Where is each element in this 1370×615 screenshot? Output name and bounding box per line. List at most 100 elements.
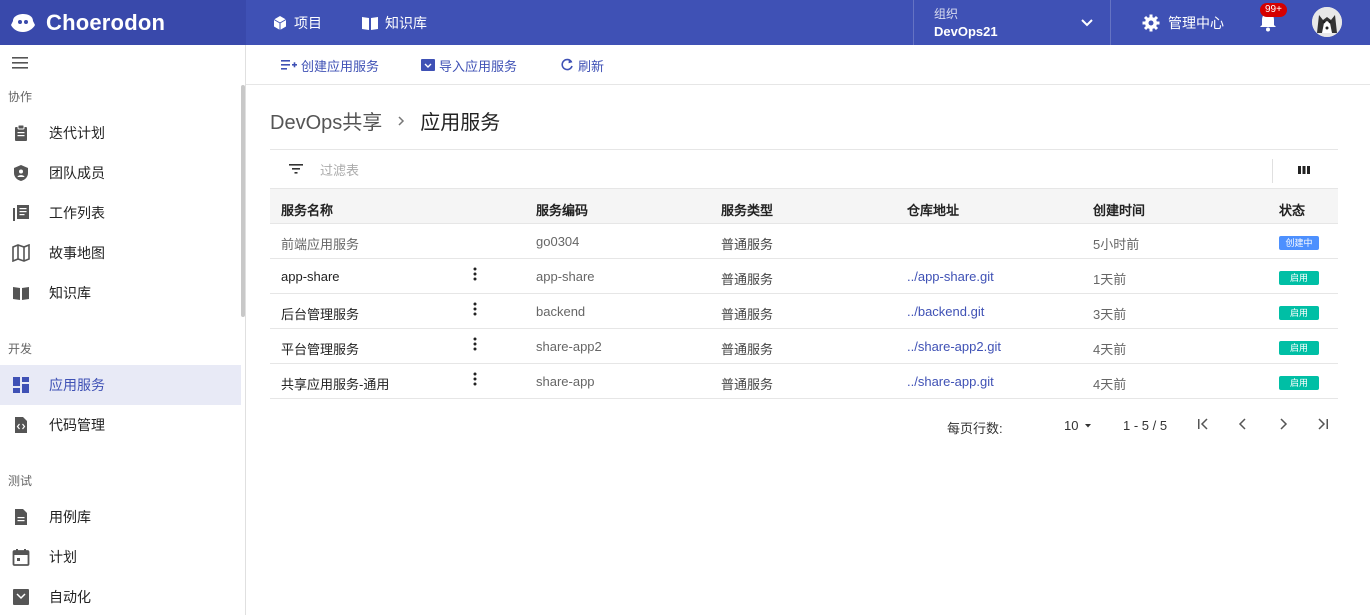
sidebar-item-plan[interactable]: 计划 xyxy=(0,537,241,577)
sidebar-item-label: 迭代计划 xyxy=(49,125,105,141)
org-selector[interactable]: 组织 DevOps21 xyxy=(913,0,1111,45)
header-time[interactable]: 创建时间 xyxy=(1093,200,1145,219)
breadcrumb-parent[interactable]: DevOps共享 xyxy=(270,106,382,135)
repo-link[interactable]: ../share-app2.git xyxy=(907,339,1001,354)
import-app-service-button[interactable]: 导入应用服务 xyxy=(421,45,517,85)
sidebar-item-knowledge[interactable]: 知识库 xyxy=(0,273,241,313)
refresh-label: 刷新 xyxy=(578,58,605,74)
caret-down-icon xyxy=(1085,423,1092,427)
more-vert-icon[interactable] xyxy=(473,302,477,316)
sidebar-item-team[interactable]: 团队成员 xyxy=(0,153,241,193)
dashboard-grid-icon xyxy=(13,377,29,393)
header-repo[interactable]: 仓库地址 xyxy=(907,200,959,219)
service-name: 前端应用服务 xyxy=(281,237,360,252)
sidebar-item-label: 团队成员 xyxy=(49,165,105,181)
table-row[interactable]: 平台管理服务 share-app2 普通服务 ../share-app2.git… xyxy=(270,329,1338,364)
table-row[interactable]: 后台管理服务 backend 普通服务 ../backend.git 3天前 启… xyxy=(270,294,1338,329)
nav-project[interactable]: 项目 xyxy=(272,0,322,45)
page-size-select[interactable]: 10 xyxy=(1064,418,1094,433)
sidebar-item-label: 工作列表 xyxy=(49,205,105,221)
created-time: 4天前 xyxy=(1093,377,1127,392)
table-row[interactable]: 共享应用服务-通用 share-app 普通服务 ../share-app.gi… xyxy=(270,364,1338,399)
created-time: 4天前 xyxy=(1093,342,1127,357)
repo-link[interactable]: ../backend.git xyxy=(907,304,984,319)
header-name[interactable]: 服务名称 xyxy=(281,200,333,219)
logo[interactable]: Choerodon xyxy=(0,0,246,45)
sidebar-scrollbar[interactable] xyxy=(241,85,245,317)
service-name[interactable]: 共享应用服务-通用 xyxy=(281,374,389,393)
service-name[interactable]: 后台管理服务 xyxy=(281,304,359,323)
book-icon xyxy=(362,16,378,30)
sidebar-item-story-map[interactable]: 故事地图 xyxy=(0,233,241,273)
sidebar-item-app-service[interactable]: 应用服务 xyxy=(0,365,241,405)
sidebar-item-label: 故事地图 xyxy=(49,245,105,261)
service-name[interactable]: app-share xyxy=(281,269,340,284)
menu-icon[interactable] xyxy=(12,57,28,69)
more-vert-icon[interactable] xyxy=(473,372,477,386)
divider xyxy=(1272,159,1273,183)
nav-knowledge[interactable]: 知识库 xyxy=(361,0,427,45)
service-name[interactable]: 平台管理服务 xyxy=(281,339,359,358)
header-status[interactable]: 状态 xyxy=(1279,200,1305,219)
app-service-table: 服务名称 服务编码 服务类型 仓库地址 创建时间 状态 前端应用服务 go030… xyxy=(270,188,1338,399)
header-type[interactable]: 服务类型 xyxy=(721,200,773,219)
sidebar-item-work-list[interactable]: 工作列表 xyxy=(0,193,241,233)
next-page-icon[interactable] xyxy=(1276,417,1290,431)
refresh-button[interactable]: 刷新 xyxy=(560,45,604,85)
repo-link[interactable]: ../share-app.git xyxy=(907,374,994,389)
pagination: 每页行数: 10 1 - 5 / 5 xyxy=(270,410,1338,440)
cube-icon xyxy=(273,15,287,30)
filter-icon xyxy=(289,164,303,174)
section-title-collab: 协作 xyxy=(8,90,33,104)
more-vert-icon[interactable] xyxy=(473,267,477,281)
sidebar-item-automation[interactable]: 自动化 xyxy=(0,577,241,615)
management-center-label: 管理中心 xyxy=(1168,14,1224,31)
clipboard-icon xyxy=(15,124,27,141)
first-page-icon[interactable] xyxy=(1196,417,1210,431)
header-code[interactable]: 服务编码 xyxy=(536,200,588,219)
rows-per-page-label: 每页行数: xyxy=(947,421,1003,436)
notification-badge: 99+ xyxy=(1260,3,1287,17)
table-row[interactable]: 前端应用服务 go0304 普通服务 5小时前 创建中 xyxy=(270,224,1338,259)
section-title-dev: 开发 xyxy=(8,342,33,356)
breadcrumb: DevOps共享 应用服务 xyxy=(270,106,500,135)
sidebar-item-code-mgmt[interactable]: 代码管理 xyxy=(0,405,241,445)
service-type: 普通服务 xyxy=(721,342,774,357)
repo-link[interactable]: ../app-share.git xyxy=(907,269,994,284)
status-badge: 启用 xyxy=(1279,271,1319,285)
create-app-service-button[interactable]: 创建应用服务 xyxy=(281,45,379,85)
nav-knowledge-label: 知识库 xyxy=(385,14,427,31)
chevron-right-icon xyxy=(398,115,405,126)
nav-project-label: 项目 xyxy=(294,14,322,31)
last-page-icon[interactable] xyxy=(1316,417,1330,431)
service-type: 普通服务 xyxy=(721,307,774,322)
sidebar-item-label: 代码管理 xyxy=(49,417,105,433)
created-time: 5小时前 xyxy=(1093,237,1140,252)
filter-input[interactable] xyxy=(320,160,720,180)
book-icon xyxy=(13,287,29,300)
automation-icon xyxy=(13,589,29,605)
column-settings-icon[interactable] xyxy=(1298,165,1310,175)
sidebar-item-sprint-plan[interactable]: 迭代计划 xyxy=(0,113,241,153)
playlist-add-icon xyxy=(281,60,297,70)
gear-icon xyxy=(1142,14,1160,31)
code-file-icon xyxy=(15,417,27,433)
avatar[interactable] xyxy=(1312,7,1342,37)
prev-page-icon[interactable] xyxy=(1236,417,1250,431)
logo-text: Choerodon xyxy=(46,9,166,35)
shield-user-icon xyxy=(14,165,28,181)
import-app-service-label: 导入应用服务 xyxy=(439,58,518,74)
create-app-service-label: 创建应用服务 xyxy=(301,58,380,74)
archive-import-icon xyxy=(421,59,435,71)
management-center-button[interactable]: 管理中心 xyxy=(1142,0,1224,45)
calendar-icon xyxy=(12,549,30,566)
sidebar: 协作 迭代计划 团队成员 工作列表 故事地图 知识库 开发 应用服务 代码管理 … xyxy=(0,45,246,615)
service-code: share-app2 xyxy=(536,339,602,354)
service-type: 普通服务 xyxy=(721,272,774,287)
more-vert-icon[interactable] xyxy=(473,337,477,351)
refresh-icon xyxy=(561,58,573,71)
sidebar-item-case-lib[interactable]: 用例库 xyxy=(0,497,241,537)
choerodon-logo-icon xyxy=(11,13,35,32)
table-row[interactable]: app-share app-share 普通服务 ../app-share.gi… xyxy=(270,259,1338,294)
page-range: 1 - 5 / 5 xyxy=(1123,418,1168,433)
